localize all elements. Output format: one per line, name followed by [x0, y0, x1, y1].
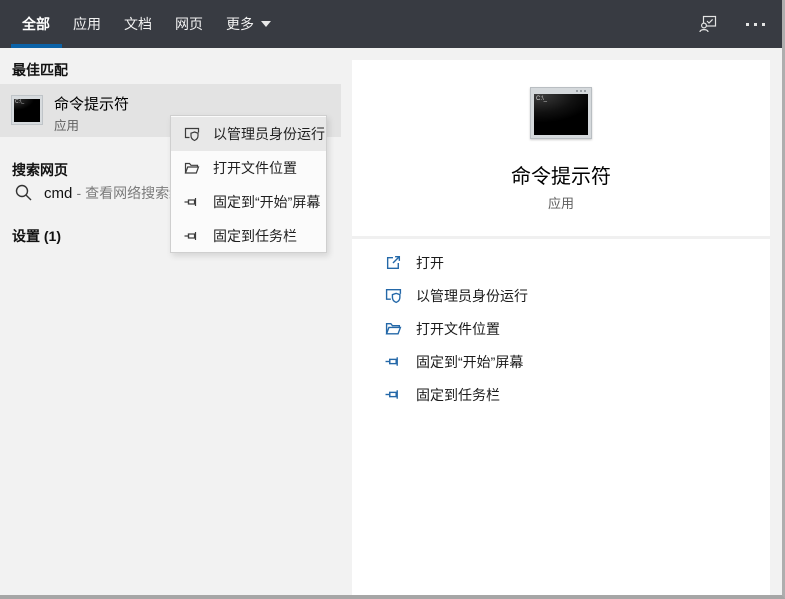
- tab-apps[interactable]: 应用: [73, 14, 101, 34]
- menu-item-label: 打开文件位置: [213, 160, 297, 176]
- run-as-admin-icon: [385, 288, 402, 304]
- action-list: 打开 以管理员身份运行 打开文件位置 固定到“开始”屏幕 固定到任务栏: [352, 246, 770, 411]
- context-menu: 以管理员身份运行 打开文件位置 固定到“开始”屏幕 固定到任务栏: [170, 115, 327, 253]
- pin-icon: [184, 232, 197, 240]
- pin-icon: [184, 198, 197, 206]
- open-file-location-icon: [385, 323, 402, 335]
- action-pin-to-start-label: 固定到“开始”屏幕: [416, 353, 524, 370]
- search-query: cmd: [44, 185, 73, 202]
- detail-subtitle: 应用: [547, 196, 574, 211]
- action-pin-to-start[interactable]: 固定到“开始”屏幕: [352, 345, 770, 378]
- action-open[interactable]: 打开: [352, 246, 770, 279]
- more-options-icon[interactable]: [744, 19, 767, 30]
- open-icon: [386, 255, 401, 270]
- action-open-file-location[interactable]: 打开文件位置: [352, 312, 770, 345]
- window-control-dots: [576, 90, 586, 92]
- section-settings: 设置 (1): [12, 228, 61, 244]
- tab-documents[interactable]: 文档: [124, 14, 152, 34]
- action-pin-to-taskbar[interactable]: 固定到任务栏: [352, 378, 770, 411]
- menu-item-open-file-location[interactable]: 打开文件位置: [171, 151, 326, 185]
- pin-icon: [385, 390, 398, 399]
- cmd-window-icon-large: C:\_: [530, 87, 592, 139]
- action-pin-to-taskbar-label: 固定到任务栏: [416, 386, 500, 403]
- menu-item-label: 固定到任务栏: [213, 228, 297, 244]
- search-filter-bar: 全部 应用 文档 网页 更多: [0, 0, 782, 48]
- tab-more-label: 更多: [226, 16, 254, 32]
- detail-title: 命令提示符: [511, 166, 611, 188]
- search-hint: - 查看网络搜索结: [76, 185, 184, 201]
- menu-item-pin-to-start[interactable]: 固定到“开始”屏幕: [171, 185, 326, 219]
- best-match-title: 命令提示符: [54, 96, 130, 113]
- detail-panel: C:\_ 命令提示符 应用 打开 以管理员身份运行 打开文件位置 固定到“开始”…: [352, 60, 770, 595]
- tab-more[interactable]: 更多: [226, 14, 271, 34]
- chevron-down-icon: [261, 21, 271, 27]
- action-run-as-admin-label: 以管理员身份运行: [416, 287, 528, 304]
- action-open-file-location-label: 打开文件位置: [416, 320, 500, 337]
- tab-all[interactable]: 全部: [22, 14, 50, 34]
- cmd-window-icon: C:\_: [11, 95, 43, 125]
- best-match-subtitle: 应用: [54, 119, 80, 133]
- search-window: 全部 应用 文档 网页 更多 最佳匹配 C:\_ 命令提示符 应用 搜索网页 c…: [0, 0, 785, 599]
- pin-icon: [385, 357, 398, 366]
- action-run-as-admin[interactable]: 以管理员身份运行: [352, 279, 770, 312]
- action-open-label: 打开: [416, 254, 444, 271]
- feedback-icon[interactable]: [698, 14, 718, 34]
- tab-web[interactable]: 网页: [175, 14, 203, 34]
- menu-item-pin-to-taskbar[interactable]: 固定到任务栏: [171, 219, 326, 253]
- menu-item-run-as-admin[interactable]: 以管理员身份运行: [171, 117, 326, 151]
- menu-item-label: 以管理员身份运行: [213, 126, 325, 142]
- search-icon: [14, 183, 33, 202]
- menu-item-label: 固定到“开始”屏幕: [213, 194, 321, 210]
- section-best-match: 最佳匹配: [12, 62, 68, 78]
- open-file-location-icon: [184, 162, 200, 174]
- filter-tabs: 全部 应用 文档 网页 更多: [22, 0, 271, 48]
- section-search-web: 搜索网页: [12, 162, 68, 178]
- divider: [352, 236, 770, 239]
- run-as-admin-icon: [184, 127, 200, 142]
